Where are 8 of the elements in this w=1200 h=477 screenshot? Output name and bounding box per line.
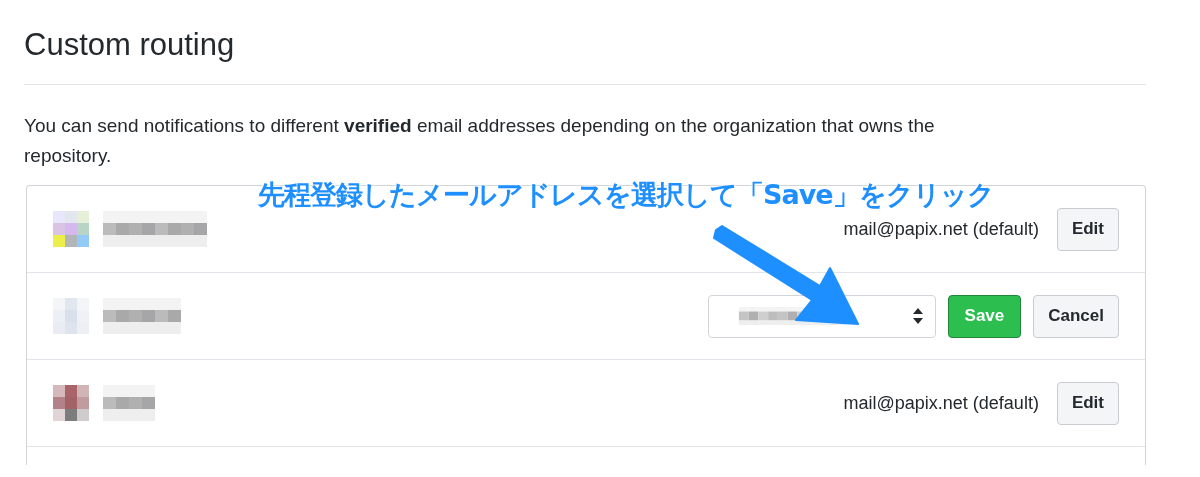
annotation-text: 先程登録したメールアドレスを選択して「Save」をクリック bbox=[258, 179, 994, 211]
page-heading: Custom routing bbox=[24, 26, 1146, 85]
description-text: You can send notifications to different verified email addresses depending on the organization that owns the repository. bbox=[24, 114, 936, 168]
email-text: mail@papix.net (default) bbox=[843, 217, 1039, 241]
edit-button[interactable]: Edit bbox=[1056, 381, 1119, 425]
email-text: mail@papix.net (default) bbox=[843, 391, 1039, 415]
cancel-button[interactable]: Cancel bbox=[1033, 294, 1119, 338]
edit-button[interactable]: Edit bbox=[1056, 207, 1119, 251]
